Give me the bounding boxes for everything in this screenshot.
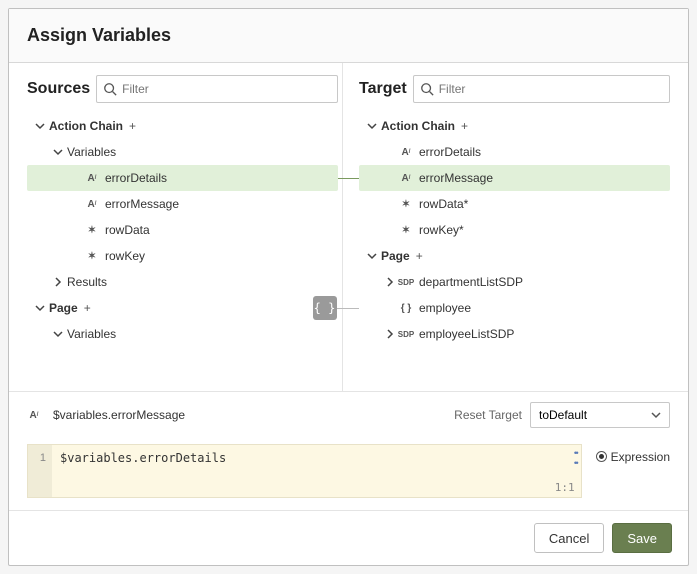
tree-label: errorMessage xyxy=(419,171,493,185)
plus-icon[interactable]: + xyxy=(461,119,468,133)
radio-icon xyxy=(596,451,607,462)
chevron-down-icon xyxy=(367,251,377,261)
expression-editor[interactable]: 1 $variables.errorDetails • •• • 1:1 xyxy=(27,444,582,498)
mapping-info-bar: A/ $variables.errorMessage Reset Target … xyxy=(9,391,688,438)
tree-node-page[interactable]: Page + xyxy=(359,243,670,269)
tree-node-variables[interactable]: Variables xyxy=(27,139,338,165)
chevron-down-icon xyxy=(651,410,661,420)
dialog-actions: Cancel Save xyxy=(9,510,688,565)
tree-item-employee[interactable]: { } employee xyxy=(359,295,670,321)
tree-label: rowKey xyxy=(105,249,145,263)
type-string-icon: A/ xyxy=(85,171,99,185)
type-string-icon: A/ xyxy=(27,408,41,422)
chevron-down-icon xyxy=(35,121,45,131)
chevron-down-icon xyxy=(53,329,63,339)
type-any-icon: ✶ xyxy=(85,223,99,237)
tree-item-error-details[interactable]: A/ errorDetails xyxy=(27,165,338,191)
chevron-down-icon xyxy=(35,303,45,313)
tree-node-action-chain[interactable]: Action Chain + xyxy=(359,113,670,139)
tree-item-row-data[interactable]: ✶ rowData xyxy=(27,217,338,243)
editor-resize-handle[interactable]: • •• • xyxy=(574,448,577,468)
dialog-title: Assign Variables xyxy=(27,25,670,46)
tree-label: errorDetails xyxy=(419,145,481,159)
type-string-icon: A/ xyxy=(399,145,413,159)
reset-target-select[interactable]: toDefault xyxy=(530,402,670,428)
tree-item-error-details[interactable]: A/ errorDetails xyxy=(359,139,670,165)
tree-label: departmentListSDP xyxy=(419,275,523,289)
tree-label: Page xyxy=(381,249,410,263)
tree-item-employee-list-sdp[interactable]: SDP employeeListSDP xyxy=(359,321,670,347)
tree-item-error-message[interactable]: A/ errorMessage xyxy=(359,165,670,191)
chevron-right-icon xyxy=(385,277,395,287)
tree-label: employeeListSDP xyxy=(419,327,514,341)
plus-icon[interactable]: + xyxy=(129,119,136,133)
type-object-icon: { } xyxy=(399,301,413,315)
type-string-icon: A/ xyxy=(399,171,413,185)
sources-filter[interactable] xyxy=(96,75,338,103)
sources-panel: Sources Action Chain + Variables xyxy=(23,63,342,391)
tree-item-row-key[interactable]: ✶ rowKey* xyxy=(359,217,670,243)
search-icon xyxy=(420,82,434,96)
tree-item-row-data[interactable]: ✶ rowData* xyxy=(359,191,670,217)
cancel-button[interactable]: Cancel xyxy=(534,523,604,553)
target-panel: Target Action Chain + A/ er xyxy=(342,63,674,391)
plus-icon[interactable]: + xyxy=(416,249,423,263)
type-sdp-icon: SDP xyxy=(399,275,413,289)
tree-item-error-message[interactable]: A/ errorMessage xyxy=(27,191,338,217)
target-variable-path: A/ $variables.errorMessage xyxy=(27,408,185,422)
type-any-icon: ✶ xyxy=(399,223,413,237)
editor-content[interactable]: $variables.errorDetails xyxy=(52,445,581,497)
tree-label: rowData* xyxy=(419,197,468,211)
tree-node-action-chain[interactable]: Action Chain + xyxy=(27,113,338,139)
tree-node-results[interactable]: Results xyxy=(27,269,338,295)
tree-label: Results xyxy=(67,275,107,289)
expression-label: Expression xyxy=(611,450,670,464)
select-value: toDefault xyxy=(539,408,587,422)
target-tree: Action Chain + A/ errorDetails A/ errorM… xyxy=(359,113,670,347)
type-any-icon: ✶ xyxy=(85,249,99,263)
tree-label: Action Chain xyxy=(49,119,123,133)
tree-label: employee xyxy=(419,301,471,315)
tree-label: errorDetails xyxy=(105,171,167,185)
assign-variables-dialog: Assign Variables Sources Action Chain + xyxy=(8,8,689,566)
type-any-icon: ✶ xyxy=(399,197,413,211)
plus-icon[interactable]: + xyxy=(84,301,91,315)
type-string-icon: A/ xyxy=(85,197,99,211)
editor-cursor-position: 1:1 xyxy=(555,481,575,494)
object-mapping-icon[interactable]: { } xyxy=(313,296,337,320)
reset-target-label: Reset Target xyxy=(454,408,522,422)
tree-label: errorMessage xyxy=(105,197,179,211)
dialog-header: Assign Variables xyxy=(9,9,688,63)
tree-label: Page xyxy=(49,301,78,315)
sources-filter-input[interactable] xyxy=(122,82,331,96)
chevron-down-icon xyxy=(367,121,377,131)
chevron-right-icon xyxy=(53,277,63,287)
sources-title: Sources xyxy=(27,80,90,98)
target-filter[interactable] xyxy=(413,75,670,103)
tree-label: rowData xyxy=(105,223,150,237)
target-filter-input[interactable] xyxy=(439,82,663,96)
tree-item-department-list-sdp[interactable]: SDP departmentListSDP xyxy=(359,269,670,295)
type-sdp-icon: SDP xyxy=(399,327,413,341)
tree-label: Variables xyxy=(67,145,116,159)
save-button[interactable]: Save xyxy=(612,523,672,553)
variable-path-text: $variables.errorMessage xyxy=(53,408,185,422)
tree-node-page-variables[interactable]: Variables xyxy=(27,321,338,347)
tree-label: rowKey* xyxy=(419,223,464,237)
target-title: Target xyxy=(359,80,407,98)
tree-label: Action Chain xyxy=(381,119,455,133)
sources-tree: Action Chain + Variables A/ errorDetails xyxy=(27,113,338,347)
tree-item-row-key[interactable]: ✶ rowKey xyxy=(27,243,338,269)
tree-node-page[interactable]: Page + xyxy=(27,295,338,321)
search-icon xyxy=(103,82,117,96)
expression-editor-row: 1 $variables.errorDetails • •• • 1:1 Exp… xyxy=(9,438,688,510)
mapping-connector xyxy=(338,178,359,179)
expression-mode-radio[interactable]: Expression xyxy=(596,444,670,498)
chevron-right-icon xyxy=(385,329,395,339)
tree-label: Variables xyxy=(67,327,116,341)
editor-gutter: 1 xyxy=(28,445,52,497)
mapping-connector xyxy=(337,308,360,309)
chevron-down-icon xyxy=(53,147,63,157)
